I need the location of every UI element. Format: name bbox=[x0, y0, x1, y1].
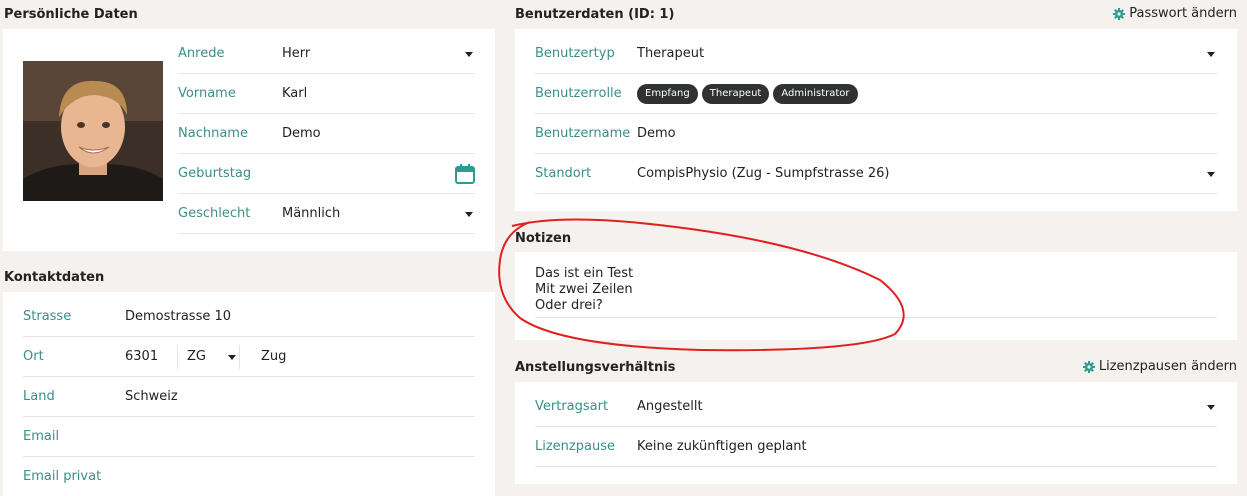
contact-data-panel: Strasse Demostrasse 10 Ort 6301 ZG Zug L… bbox=[3, 292, 495, 496]
field-label: Geburtstag bbox=[178, 166, 252, 181]
notes-line: Das ist ein Test bbox=[535, 266, 634, 281]
field-email[interactable]: Email bbox=[23, 417, 475, 457]
change-password-label: Passwort ändern bbox=[1129, 6, 1237, 21]
chevron-down-icon[interactable] bbox=[465, 212, 473, 217]
kanton-select[interactable]: ZG bbox=[187, 337, 206, 377]
field-label: Email privat bbox=[23, 469, 102, 484]
change-password-link[interactable]: Passwort ändern bbox=[1113, 6, 1237, 21]
field-standort[interactable]: Standort CompisPhysio (Zug - Sumpfstrass… bbox=[535, 154, 1217, 194]
field-label: Vorname bbox=[178, 86, 236, 101]
field-label: Anrede bbox=[178, 46, 225, 61]
field-benutzerrolle[interactable]: Benutzerrolle Empfang Therapeut Administ… bbox=[535, 74, 1217, 114]
field-label: Ort bbox=[23, 349, 44, 364]
benutzername-input[interactable]: Demo bbox=[637, 114, 676, 154]
chevron-down-icon[interactable] bbox=[1207, 172, 1215, 177]
chevron-down-icon[interactable] bbox=[465, 52, 473, 57]
divider bbox=[177, 345, 178, 369]
chevron-down-icon[interactable] bbox=[228, 355, 236, 360]
field-label: Lizenzpause bbox=[535, 439, 615, 454]
gear-icon bbox=[1082, 360, 1095, 373]
vorname-input[interactable]: Karl bbox=[282, 74, 307, 114]
calendar-icon[interactable] bbox=[455, 164, 475, 188]
field-benutzertyp[interactable]: Benutzertyp Therapeut bbox=[535, 34, 1217, 74]
divider bbox=[239, 345, 240, 369]
field-vertragsart[interactable]: Vertragsart Angestellt bbox=[535, 387, 1217, 427]
field-label: Benutzertyp bbox=[535, 46, 615, 61]
lizenzpause-value: Keine zukünftigen geplant bbox=[637, 439, 807, 454]
plz-input[interactable]: 6301 bbox=[125, 337, 158, 377]
employment-title: Anstellungsverhältnis bbox=[515, 360, 676, 375]
field-anrede[interactable]: Anrede Herr bbox=[178, 34, 475, 74]
field-label: Land bbox=[23, 389, 55, 404]
field-lizenzpause[interactable]: Lizenzpause Keine zukünftigen geplant bbox=[535, 427, 1217, 467]
field-ort[interactable]: Ort 6301 ZG Zug bbox=[23, 337, 475, 377]
field-label: Nachname bbox=[178, 126, 248, 141]
user-data-panel: Benutzertyp Therapeut Benutzerrolle Empf… bbox=[515, 29, 1237, 211]
field-email-privat[interactable]: Email privat bbox=[23, 457, 475, 496]
role-badges: Empfang Therapeut Administrator bbox=[637, 74, 862, 114]
role-badge-administrator[interactable]: Administrator bbox=[773, 84, 858, 104]
chevron-down-icon[interactable] bbox=[1207, 52, 1215, 57]
benutzertyp-select[interactable]: Therapeut bbox=[637, 34, 704, 74]
anrede-select[interactable]: Herr bbox=[282, 34, 310, 74]
field-label: Benutzerrolle bbox=[535, 86, 622, 101]
notes-textarea[interactable]: Das ist ein Test Mit zwei Zeilen Oder dr… bbox=[535, 266, 1217, 318]
vertragsart-select[interactable]: Angestellt bbox=[637, 387, 703, 427]
strasse-input[interactable]: Demostrasse 10 bbox=[125, 297, 231, 337]
field-vorname[interactable]: Vorname Karl bbox=[178, 74, 475, 114]
geschlecht-select[interactable]: Männlich bbox=[282, 194, 340, 234]
role-badge-empfang[interactable]: Empfang bbox=[637, 84, 698, 104]
role-badge-therapeut[interactable]: Therapeut bbox=[701, 84, 770, 104]
employment-panel: Vertragsart Angestellt Lizenzpause Keine… bbox=[515, 382, 1237, 484]
personal-data-title: Persönliche Daten bbox=[4, 7, 138, 22]
user-data-title: Benutzerdaten (ID: 1) bbox=[515, 7, 675, 22]
field-strasse[interactable]: Strasse Demostrasse 10 bbox=[23, 297, 475, 337]
notes-title: Notizen bbox=[515, 231, 572, 246]
contact-data-title: Kontaktdaten bbox=[4, 270, 105, 285]
notes-panel: Das ist ein Test Mit zwei Zeilen Oder dr… bbox=[515, 252, 1237, 340]
change-license-pauses-link[interactable]: Lizenzpausen ändern bbox=[1082, 359, 1237, 374]
field-label: Vertragsart bbox=[535, 399, 609, 414]
notes-line: Oder drei? bbox=[535, 298, 603, 313]
field-label: Strasse bbox=[23, 309, 72, 324]
chevron-down-icon[interactable] bbox=[1207, 405, 1215, 410]
field-geschlecht[interactable]: Geschlecht Männlich bbox=[178, 194, 475, 234]
ort-input[interactable]: Zug bbox=[261, 337, 286, 377]
field-label: Geschlecht bbox=[178, 206, 251, 221]
field-benutzername[interactable]: Benutzername Demo bbox=[535, 114, 1217, 154]
gear-icon bbox=[1113, 7, 1126, 20]
notes-line: Mit zwei Zeilen bbox=[535, 282, 633, 297]
nachname-input[interactable]: Demo bbox=[282, 114, 321, 154]
standort-select[interactable]: CompisPhysio (Zug - Sumpfstrasse 26) bbox=[637, 154, 889, 194]
personal-data-panel: Anrede Herr Vorname Karl Nachname Demo G… bbox=[3, 29, 495, 251]
field-land[interactable]: Land Schweiz bbox=[23, 377, 475, 417]
field-label: Standort bbox=[535, 166, 592, 181]
field-nachname[interactable]: Nachname Demo bbox=[178, 114, 475, 154]
field-geburtstag[interactable]: Geburtstag bbox=[178, 154, 475, 194]
field-label: Email bbox=[23, 429, 60, 444]
avatar[interactable] bbox=[23, 61, 163, 201]
field-label: Benutzername bbox=[535, 126, 631, 141]
land-input[interactable]: Schweiz bbox=[125, 377, 178, 417]
change-license-pauses-label: Lizenzpausen ändern bbox=[1098, 359, 1237, 374]
